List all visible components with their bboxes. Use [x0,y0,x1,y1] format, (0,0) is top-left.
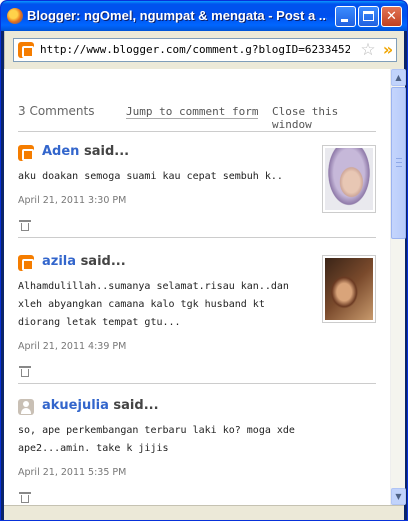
address-bar[interactable]: http://www.blogger.com/comment.g?blogID=… [13,38,397,62]
scrollbar-thumb[interactable] [391,87,406,239]
said-label: said... [113,398,159,413]
close-icon: ✕ [386,9,397,24]
comment-text: aku doakan semoga suami kau cepat sembuh… [18,171,283,182]
comment-timestamp[interactable]: April 21, 2011 5:35 PM [18,467,126,478]
delete-comment-icon[interactable] [19,491,31,503]
comments-header: 3 Comments Jump to comment form Close th… [18,103,376,132]
delete-comment-icon[interactable] [19,365,31,377]
comment-text: Alhamdulillah..sumanya selamat.risau kan… [18,281,289,328]
bookmark-star-icon[interactable]: ☆ [360,40,376,60]
blogger-profile-icon [18,145,34,161]
blogger-favicon [18,42,34,58]
browser-window: Blogger: ngOmel, ngumpat & mengata - Pos… [0,0,408,521]
comment-author-link[interactable]: azila [42,254,76,269]
commenter-avatar[interactable] [322,255,376,323]
jump-to-comment-form-link[interactable]: Jump to comment form [126,105,259,119]
minimize-button[interactable] [335,6,356,27]
firefox-icon [7,8,23,24]
vertical-scrollbar[interactable]: ▲ ▼ [390,69,406,505]
blogger-profile-icon [18,255,34,271]
header-divider [18,131,376,132]
scroll-down-icon[interactable]: ▼ [391,488,406,505]
commenter-avatar[interactable] [322,145,376,213]
said-label: said... [80,254,126,269]
page-content: 3 Comments Jump to comment form Close th… [4,69,390,505]
comment-timestamp[interactable]: April 21, 2011 3:30 PM [18,195,126,206]
comment-text: so, ape perkembangan terbaru laki ko? mo… [18,425,295,454]
title-bar[interactable]: Blogger: ngOmel, ngumpat & mengata - Pos… [1,1,407,31]
scroll-up-icon[interactable]: ▲ [391,69,406,86]
maximize-icon [363,11,374,21]
comment-timestamp[interactable]: April 21, 2011 4:39 PM [18,341,126,352]
said-label: said... [83,144,130,159]
maximize-button[interactable] [358,6,379,27]
status-bar [4,505,404,520]
minimize-icon [341,19,348,22]
url-text[interactable]: http://www.blogger.com/comment.g?blogID=… [40,43,350,56]
comment-divider [18,237,376,238]
window-title: Blogger: ngOmel, ngumpat & mengata - Pos… [27,8,327,23]
close-button[interactable]: ✕ [381,6,402,27]
anonymous-user-icon [18,399,34,415]
comment-author-link[interactable]: akuejulia [42,398,109,413]
comment-divider [18,383,376,384]
feed-icon[interactable]: » [380,40,396,60]
address-bar-area: http://www.blogger.com/comment.g?blogID=… [4,31,404,69]
comment-author-link[interactable]: Aden [42,144,79,159]
close-window-link[interactable]: Close this window [272,105,376,132]
comment-count: 3 Comments [18,104,95,118]
delete-comment-icon[interactable] [19,219,31,231]
